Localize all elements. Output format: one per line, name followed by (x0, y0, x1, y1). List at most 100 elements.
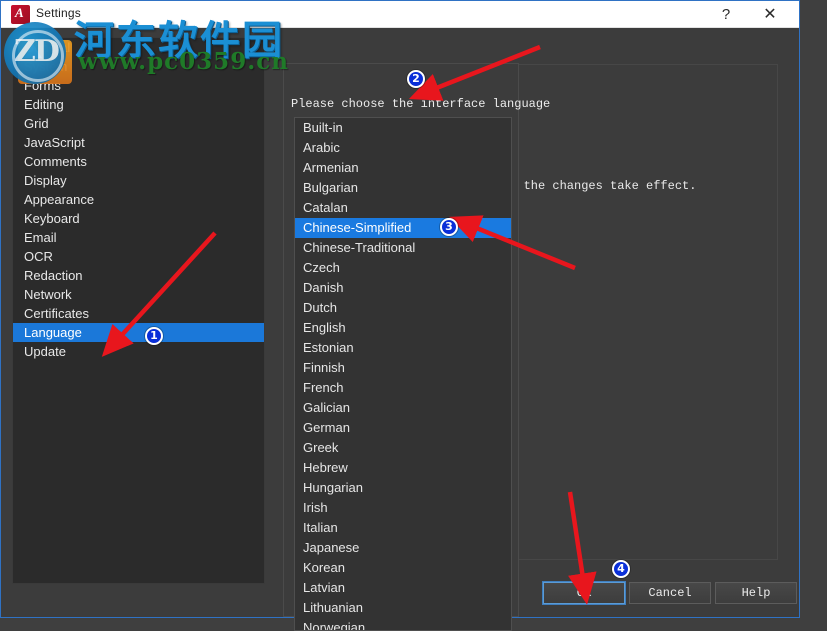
language-option-label: English (303, 320, 346, 335)
step-badge-1: 1 (145, 327, 163, 345)
language-option-label: Czech (303, 260, 340, 275)
language-option-estonian[interactable]: Estonian (295, 338, 511, 358)
ok-button[interactable]: OK (542, 581, 626, 605)
sidebar-item-redaction[interactable]: Redaction (13, 266, 264, 285)
step-badge-4: 4 (612, 560, 630, 578)
cancel-button[interactable]: Cancel (629, 582, 711, 604)
language-option-label: French (303, 380, 344, 395)
sidebar-item-comments[interactable]: Comments (13, 152, 264, 171)
language-option-galician[interactable]: Galician (295, 398, 511, 418)
language-option-hebrew[interactable]: Hebrew (295, 458, 511, 478)
language-option-french[interactable]: French (295, 378, 511, 398)
help-titlebar-button[interactable]: ? (705, 1, 747, 28)
language-option-label: Korean (303, 560, 345, 575)
sidebar-item-keyboard[interactable]: Keyboard (13, 209, 264, 228)
sidebar-item-language[interactable]: Language (13, 323, 264, 342)
screenshot-root: Settings ? ✕ General System Forms Editing Gr… (0, 0, 827, 631)
sidebar-item-display[interactable]: Display (13, 171, 264, 190)
sidebar-item-label: Certificates (24, 306, 90, 321)
language-option-label: Arabic (303, 140, 340, 155)
language-option-label: Built-in (303, 120, 343, 135)
sidebar-item-update[interactable]: Update (13, 342, 264, 361)
language-option-built-in[interactable]: Built-in (295, 118, 511, 138)
language-option-label: Norwegian (303, 620, 366, 631)
language-option-danish[interactable]: Danish (295, 278, 511, 298)
sidebar-item-forms[interactable]: Forms (13, 76, 264, 95)
language-option-lithuanian[interactable]: Lithuanian (295, 598, 511, 618)
language-option-italian[interactable]: Italian (295, 518, 511, 538)
language-option-label: Chinese-Simplified (303, 220, 412, 235)
sidebar-item-grid[interactable]: Grid (13, 114, 264, 133)
sidebar-item-label: Language (24, 325, 82, 340)
sidebar-item-certificates[interactable]: Certificates (13, 304, 264, 323)
language-option-greek[interactable]: Greek (295, 438, 511, 458)
language-option-label: Armenian (303, 160, 359, 175)
sidebar-item-label: Update (24, 344, 66, 359)
language-option-label: Estonian (303, 340, 354, 355)
sidebar-item-label: General (24, 40, 71, 55)
sidebar-item-label: Forms (24, 78, 61, 93)
language-option-english[interactable]: English (295, 318, 511, 338)
language-option-korean[interactable]: Korean (295, 558, 511, 578)
language-option-finnish[interactable]: Finnish (295, 358, 511, 378)
language-option-label: Hebrew (303, 460, 348, 475)
restart-note-text: so the changes take effect. (502, 179, 697, 193)
sidebar-item-ocr[interactable]: OCR (13, 247, 264, 266)
language-listbox[interactable]: Built-in Arabic Armenian Bulgarian Catalan Ch… (294, 117, 512, 631)
settings-category-sidebar[interactable]: General System Forms Editing Grid JavaScript C… (12, 37, 265, 584)
sidebar-item-label: Email (24, 230, 57, 245)
language-option-label: Catalan (303, 200, 348, 215)
app-icon (11, 5, 30, 24)
sidebar-item-label: OCR (24, 249, 53, 264)
language-option-label: Irish (303, 500, 328, 515)
language-option-chinese-simplified[interactable]: Chinese-Simplified (295, 218, 511, 238)
language-option-irish[interactable]: Irish (295, 498, 511, 518)
sidebar-item-label: Redaction (24, 268, 83, 283)
sidebar-item-label: Appearance (24, 192, 95, 207)
language-option-label: Finnish (303, 360, 345, 375)
language-option-japanese[interactable]: Japanese (295, 538, 511, 558)
language-option-catalan[interactable]: Catalan (295, 198, 511, 218)
sidebar-item-label: Grid (24, 116, 49, 131)
sidebar-item-email[interactable]: Email (13, 228, 264, 247)
sidebar-item-label: Comments (24, 154, 87, 169)
step-badge-3: 3 (440, 218, 458, 236)
language-option-label: Chinese-Traditional (303, 240, 416, 255)
sidebar-item-label: System (24, 59, 68, 74)
window-title: Settings (36, 6, 81, 20)
language-option-chinese-traditional[interactable]: Chinese-Traditional (295, 238, 511, 258)
language-option-label: Lithuanian (303, 600, 363, 615)
sidebar-item-label: Network (24, 287, 72, 302)
sidebar-item-javascript[interactable]: JavaScript (13, 133, 264, 152)
language-option-label: Japanese (303, 540, 360, 555)
title-bar: Settings ? ✕ (1, 1, 799, 28)
sidebar-item-label: JavaScript (24, 135, 85, 150)
language-option-arabic[interactable]: Arabic (295, 138, 511, 158)
sidebar-item-label: Keyboard (24, 211, 80, 226)
language-option-german[interactable]: German (295, 418, 511, 438)
step-badge-2: 2 (407, 70, 425, 88)
sidebar-item-appearance[interactable]: Appearance (13, 190, 264, 209)
language-option-label: Danish (303, 280, 344, 295)
sidebar-item-general[interactable]: General (13, 38, 264, 57)
sidebar-item-label: Display (24, 173, 67, 188)
language-option-hungarian[interactable]: Hungarian (295, 478, 511, 498)
language-option-label: Dutch (303, 300, 337, 315)
language-option-armenian[interactable]: Armenian (295, 158, 511, 178)
help-button[interactable]: Help (715, 582, 797, 604)
sidebar-item-editing[interactable]: Editing (13, 95, 264, 114)
sidebar-item-network[interactable]: Network (13, 285, 264, 304)
language-option-latvian[interactable]: Latvian (295, 578, 511, 598)
sidebar-item-system[interactable]: System (13, 57, 264, 76)
language-option-czech[interactable]: Czech (295, 258, 511, 278)
close-icon[interactable]: ✕ (749, 1, 791, 28)
language-option-bulgarian[interactable]: Bulgarian (295, 178, 511, 198)
language-option-label: German (303, 420, 350, 435)
language-option-label: Italian (303, 520, 338, 535)
language-option-dutch[interactable]: Dutch (295, 298, 511, 318)
language-option-label: Latvian (303, 580, 345, 595)
language-option-label: Greek (303, 440, 339, 455)
language-option-norwegian[interactable]: Norwegian (295, 618, 511, 631)
language-option-label: Galician (303, 400, 350, 415)
language-option-label: Hungarian (303, 480, 363, 495)
